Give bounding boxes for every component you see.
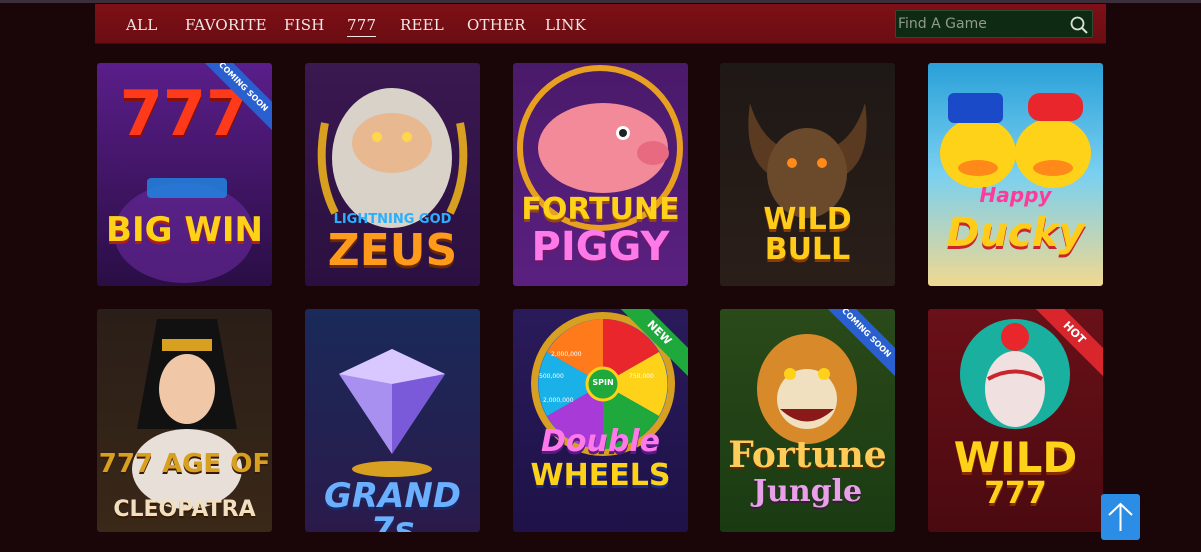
tab-favorite[interactable]: FAVORITE xyxy=(185,16,267,34)
tab-777[interactable]: 777 xyxy=(347,16,377,37)
game-tile-double-wheels[interactable]: SPIN 2,000,000 500,000 2,000,000 750,000… xyxy=(513,309,688,532)
arrow-up-icon xyxy=(1108,502,1133,531)
tab-fish[interactable]: FISH xyxy=(284,16,325,34)
zeus-title: ZEUS xyxy=(327,225,458,276)
cleopatra-title: CLEOPATRA xyxy=(113,497,256,522)
wheel-label: 750,000 xyxy=(629,373,654,380)
game-tile-wild-777[interactable]: WILD 777 HOT xyxy=(928,309,1103,532)
search-icon[interactable] xyxy=(1070,16,1088,34)
fortune-jungle-title: Jungle xyxy=(752,474,863,509)
game-tile-wild-bull[interactable]: WILD BULL xyxy=(720,63,895,286)
happy-ducky-title: Ducky xyxy=(946,210,1085,256)
wild-bull-title: WILD BULL xyxy=(763,202,852,267)
game-tile-zeus[interactable]: LIGHTNING GOD ZEUS xyxy=(305,63,480,286)
search-box xyxy=(895,10,1093,38)
game-tile-fortune-jungle[interactable]: Fortune Jungle COMING SOON xyxy=(720,309,895,532)
wild-777-subtitle: WILD xyxy=(953,433,1078,482)
grand-7s-title: GRAND 7s xyxy=(323,476,462,532)
wheel-label: 500,000 xyxy=(539,373,564,380)
fortune-jungle-subtitle: Fortune xyxy=(728,434,887,476)
game-category-nav: ALL FAVORITE FISH 777 REEL OTHER LINK xyxy=(95,4,1106,44)
tab-all[interactable]: ALL xyxy=(126,16,157,34)
game-tile-age-of-cleopatra[interactable]: 777 AGE OF CLEOPATRA xyxy=(97,309,272,532)
wheel-label: 2,000,000 xyxy=(543,397,574,404)
game-tile-big-win[interactable]: 777 BIG WIN COMING SOON xyxy=(97,63,272,286)
scroll-to-top-button[interactable] xyxy=(1101,494,1140,540)
piggy-title: PIGGY xyxy=(531,224,670,270)
top-border xyxy=(0,0,1201,3)
game-tile-fortune-piggy[interactable]: FORTUNE PIGGY xyxy=(513,63,688,286)
game-tile-happy-ducky[interactable]: Happy Ducky xyxy=(928,63,1103,286)
wheel-label: 2,000,000 xyxy=(551,351,582,358)
double-wheels-title: WHEELS xyxy=(530,458,671,493)
search-input[interactable] xyxy=(896,11,1056,37)
tab-link[interactable]: LINK xyxy=(545,16,586,34)
tab-other[interactable]: OTHER xyxy=(467,16,526,34)
game-tile-grand-7s[interactable]: GRAND 7s xyxy=(305,309,480,532)
piggy-subtitle: FORTUNE xyxy=(521,192,680,227)
big-win-title: BIG WIN xyxy=(106,210,263,250)
tab-reel[interactable]: REEL xyxy=(400,16,444,34)
double-wheels-subtitle: Double xyxy=(541,424,660,459)
happy-ducky-subtitle: Happy xyxy=(979,183,1052,207)
cleopatra-subtitle: 777 AGE OF xyxy=(98,449,271,479)
wild-777-title: 777 xyxy=(984,476,1047,511)
